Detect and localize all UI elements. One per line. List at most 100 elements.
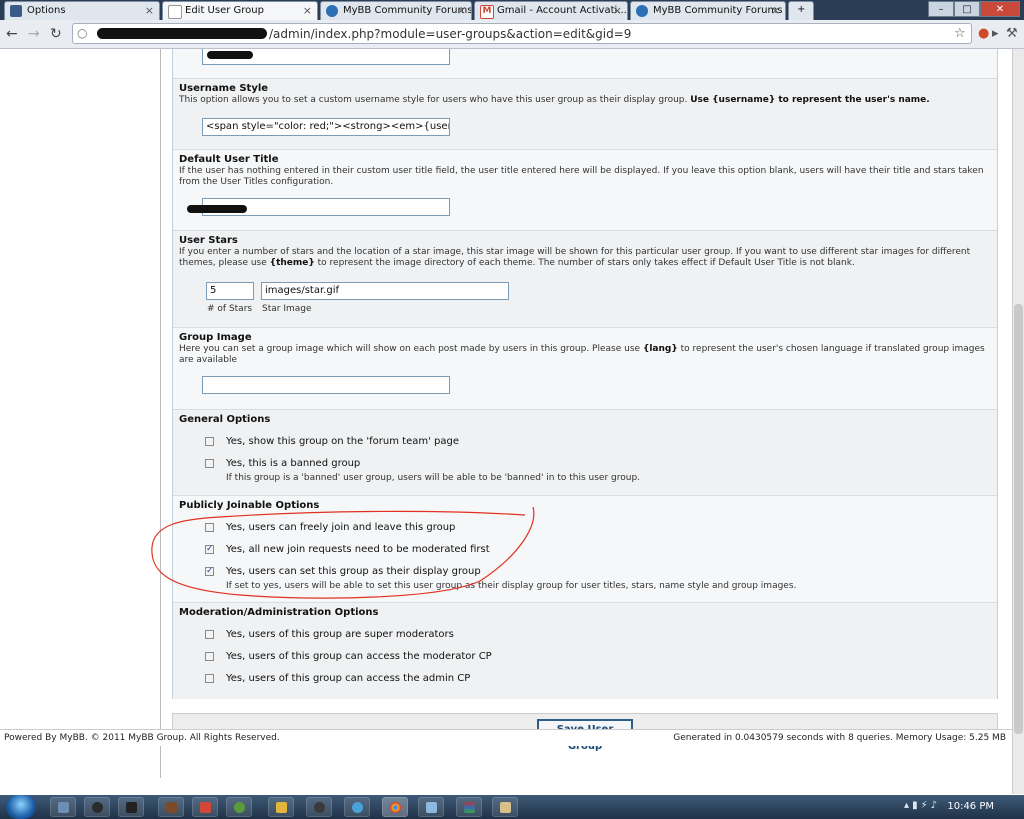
signal-icon[interactable]: ▮ [912, 800, 921, 811]
close-icon[interactable]: × [457, 4, 466, 17]
browser-tab-strip: Options × Edit User Group × MyBB Communi… [0, 0, 1024, 20]
checkbox[interactable] [205, 523, 214, 532]
partial-field-row [173, 49, 997, 79]
joinable-options-label: Publicly Joinable Options [179, 500, 320, 511]
settings-icon [10, 5, 22, 17]
user-stars-desc: If you enter a number of stars and the l… [179, 247, 971, 268]
system-tray: ▴▮⚡♪ [904, 800, 940, 811]
minimize-icon[interactable]: – [928, 1, 954, 17]
close-icon[interactable]: × [771, 4, 780, 17]
tab-title: MyBB Community Forums [343, 5, 472, 16]
power-icon[interactable]: ⚡ [921, 800, 931, 811]
taskbar-app-media[interactable] [84, 797, 110, 817]
chrome-icon [390, 802, 401, 813]
tab-gmail[interactable]: M Gmail - Account Activati... × [474, 1, 628, 20]
star-image-input[interactable]: images/star.gif [261, 282, 509, 300]
username-style-row: Username Style This option allows you to… [173, 79, 997, 150]
taskbar-app-steam[interactable] [306, 797, 332, 817]
tool-icon [166, 802, 177, 813]
checkbox[interactable] [205, 630, 214, 639]
edit-user-group-form: Username Style This option allows you to… [172, 49, 998, 699]
checkbox[interactable] [205, 674, 214, 683]
taskbar-app-game[interactable] [118, 797, 144, 817]
option-desc: If set to yes, users will be able to set… [226, 581, 797, 591]
option-label: Yes, show this group on the 'forum team'… [226, 436, 459, 447]
page-scrollbar[interactable] [1012, 49, 1024, 794]
window-close-icon[interactable]: ✕ [980, 1, 1020, 17]
page-icon [168, 5, 182, 19]
tab-title: Gmail - Account Activati... [497, 5, 627, 16]
close-icon[interactable]: × [145, 4, 154, 17]
checkbox[interactable]: ✓ [205, 567, 214, 576]
joinable-options-row: Publicly Joinable Options Yes, users can… [173, 496, 997, 603]
taskbar-app-archive[interactable] [456, 797, 482, 817]
username-style-input[interactable]: <span style="color: red;"><strong><em>{u… [202, 118, 450, 136]
moderation-options-label: Moderation/Administration Options [179, 607, 379, 618]
wrench-icon[interactable]: ⚒ [1006, 26, 1018, 41]
taskbar-clock[interactable]: 10:46 PM [947, 801, 994, 812]
tab-mybb-forums[interactable]: MyBB Community Forums × [320, 1, 472, 20]
maximize-icon[interactable]: □ [954, 1, 980, 17]
bookmark-star-icon[interactable]: ☆ [954, 26, 966, 41]
star-image-caption: Star Image [262, 304, 312, 314]
url-path: /admin/index.php?module=user-groups&acti… [269, 27, 632, 41]
media-player-icon [92, 802, 103, 813]
default-user-title-label: Default User Title [179, 154, 279, 165]
tab-options[interactable]: Options × [4, 1, 160, 20]
window-controls: – □ ✕ [928, 1, 1020, 17]
stars-count-caption: # of Stars [207, 304, 253, 314]
option-label: Yes, users of this group can access the … [226, 673, 471, 684]
default-user-title-row: Default User Title If the user has nothi… [173, 150, 997, 231]
general-options-label: General Options [179, 414, 271, 425]
redacted-domain [97, 28, 267, 39]
tab-mybb-forums-2[interactable]: MyBB Community Forums × [630, 1, 786, 20]
taskbar-app-users[interactable] [226, 797, 252, 817]
close-icon[interactable]: × [303, 4, 312, 17]
checkbox[interactable] [205, 459, 214, 468]
messenger-icon [352, 802, 363, 813]
option-label: Yes, all new join requests need to be mo… [226, 544, 490, 555]
mail-icon [200, 802, 211, 813]
group-image-label: Group Image [179, 332, 252, 343]
new-tab-button[interactable]: + [788, 1, 814, 20]
footer-generation-stats: Generated in 0.0430579 seconds with 8 qu… [673, 733, 1006, 743]
tab-title: Edit User Group [185, 5, 264, 16]
checkbox[interactable] [205, 437, 214, 446]
taskbar-app-explorer[interactable] [268, 797, 294, 817]
taskbar-app-tool[interactable] [158, 797, 184, 817]
footer-copyright: Powered By MyBB. © 2011 MyBB Group. All … [4, 733, 280, 743]
taskbar-app-network[interactable] [50, 797, 76, 817]
taskbar-app-gmail[interactable] [192, 797, 218, 817]
scrollbar-thumb[interactable] [1014, 304, 1023, 734]
stars-count-input[interactable]: 5 [206, 282, 254, 300]
group-image-desc: Here you can set a group image which wil… [179, 344, 985, 365]
group-image-row: Group Image Here you can set a group ima… [173, 328, 997, 410]
default-user-title-desc: If the user has nothing entered in their… [179, 166, 984, 187]
volume-icon[interactable]: ♪ [931, 800, 940, 811]
forward-arrow-icon[interactable]: → [28, 26, 40, 42]
paint-icon [500, 802, 511, 813]
taskbar-app-notes[interactable] [418, 797, 444, 817]
extension-icon[interactable]: ● [978, 26, 989, 41]
reload-icon[interactable]: ↻ [50, 26, 62, 42]
group-image-input[interactable] [202, 376, 450, 394]
user-stars-label: User Stars [179, 235, 238, 246]
tray-arrow-icon[interactable]: ▴ [904, 800, 912, 811]
checkbox[interactable]: ✓ [205, 545, 214, 554]
back-arrow-icon[interactable]: ← [6, 26, 18, 42]
tab-edit-user-group[interactable]: Edit User Group × [162, 1, 318, 20]
taskbar-app-messenger[interactable] [344, 797, 370, 817]
username-style-label: Username Style [179, 83, 269, 94]
page-menu-icon[interactable]: ▸ [992, 26, 999, 41]
option-label: Yes, users of this group are super moder… [226, 629, 454, 640]
taskbar-app-paint[interactable] [492, 797, 518, 817]
close-icon[interactable]: × [613, 4, 622, 17]
mybb-icon [326, 5, 338, 17]
option-label: Yes, users can freely join and leave thi… [226, 522, 456, 533]
address-bar[interactable]: ○ /admin/index.php?module=user-groups&ac… [72, 23, 972, 44]
checkbox[interactable] [205, 652, 214, 661]
taskbar-app-chrome[interactable] [382, 797, 408, 817]
archive-icon [464, 802, 475, 813]
mybb-icon [636, 5, 648, 17]
start-button-icon[interactable] [6, 795, 36, 819]
